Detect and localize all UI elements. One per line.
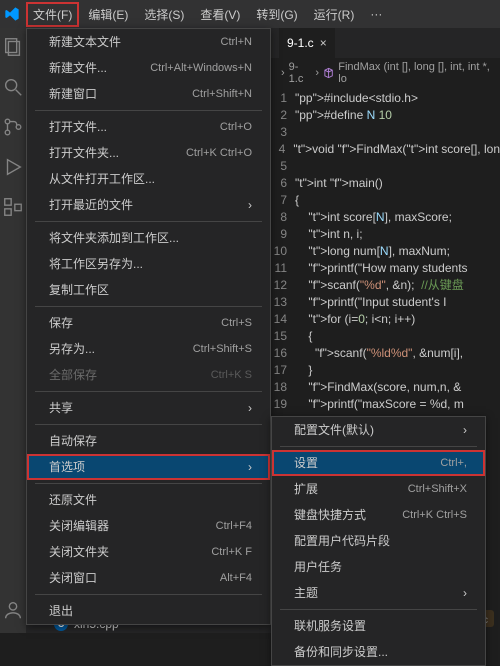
breadcrumb-symbol: FindMax (int [], long [], int, int *, lo [338,61,490,85]
submenu-item[interactable]: 配置用户代码片段 [272,528,485,554]
menu-run[interactable]: 运行(R) [307,2,362,27]
submenu-item[interactable]: 主题› [272,580,485,606]
preferences-submenu: 配置文件(默认)› 设置Ctrl+,扩展Ctrl+Shift+X键盘快捷方式Ctr… [271,416,486,666]
menu-item[interactable]: 新建文件...Ctrl+Alt+Windows+N [27,55,270,81]
menu-item[interactable]: 自动保存 [27,428,270,454]
submenu-item[interactable]: 设置Ctrl+, [272,450,485,476]
submenu-item[interactable]: 备份和同步设置... [272,639,485,665]
menu-item[interactable]: 打开文件...Ctrl+O [27,114,270,140]
activity-bar [0,28,26,633]
menu-item[interactable]: 关闭文件夹Ctrl+K F [27,539,270,565]
tab-label: 9-1.c [287,36,314,50]
search-icon[interactable] [2,76,24,98]
tab-bar: 9-1.c × [271,28,500,58]
extensions-icon[interactable] [2,196,24,218]
menu-item[interactable]: 从文件打开工作区... [27,166,270,192]
submenu-item[interactable]: 联机服务设置 [272,613,485,639]
menu-item[interactable]: 新建文本文件Ctrl+N [27,29,270,55]
breadcrumb[interactable]: › 9-1.c › FindMax (int [], long [], int,… [271,58,500,88]
menu-more[interactable]: ··· [363,3,389,25]
menu-item[interactable]: 还原文件 [27,487,270,513]
tab-file[interactable]: 9-1.c × [279,28,335,58]
close-icon[interactable]: × [320,36,327,50]
menu-file[interactable]: 文件(F) [26,2,79,27]
vscode-logo-icon [4,6,20,22]
menu-item[interactable]: 全部保存Ctrl+K S [27,362,270,388]
code-editor[interactable]: 1"pp">#include<stdio.h>2"pp">#define N 1… [271,88,500,449]
menu-item[interactable]: 另存为...Ctrl+Shift+S [27,336,270,362]
menu-item[interactable]: 打开文件夹...Ctrl+K Ctrl+O [27,140,270,166]
file-menu-dropdown: 新建文本文件Ctrl+N新建文件...Ctrl+Alt+Windows+N新建窗… [26,28,271,625]
menu-item[interactable]: 保存Ctrl+S [27,310,270,336]
submenu-item[interactable]: 键盘快捷方式Ctrl+K Ctrl+S [272,502,485,528]
menu-item[interactable]: 复制工作区 [27,277,270,303]
menu-item[interactable]: 共享› [27,395,270,421]
submenu-item[interactable]: 配置文件(默认)› [272,417,485,443]
menu-item[interactable]: 打开最近的文件› [27,192,270,218]
breadcrumb-file: 9-1.c [289,61,312,85]
explorer-icon[interactable] [2,36,24,58]
source-control-icon[interactable] [2,116,24,138]
menu-item[interactable]: 将文件夹添加到工作区... [27,225,270,251]
menu-item[interactable]: 新建窗口Ctrl+Shift+N [27,81,270,107]
menu-goto[interactable]: 转到(G) [249,2,304,27]
menu-select[interactable]: 选择(S) [137,2,191,27]
editor-area: 9-1.c × › 9-1.c › FindMax (int [], long … [271,28,500,416]
debug-icon[interactable] [2,156,24,178]
cube-icon [323,67,334,79]
menu-item[interactable]: 将工作区另存为... [27,251,270,277]
submenu-item[interactable]: 扩展Ctrl+Shift+X [272,476,485,502]
account-icon[interactable] [2,599,24,621]
menu-view[interactable]: 查看(V) [193,2,247,27]
menu-item[interactable]: 关闭窗口Alt+F4 [27,565,270,591]
menu-item[interactable]: 首选项› [27,454,270,480]
submenu-item[interactable]: 用户任务 [272,554,485,580]
menu-edit[interactable]: 编辑(E) [81,2,135,27]
menubar: 文件(F) 编辑(E) 选择(S) 查看(V) 转到(G) 运行(R) ··· [0,0,500,28]
menu-item[interactable]: 关闭编辑器Ctrl+F4 [27,513,270,539]
menu-item[interactable]: 退出 [27,598,270,624]
